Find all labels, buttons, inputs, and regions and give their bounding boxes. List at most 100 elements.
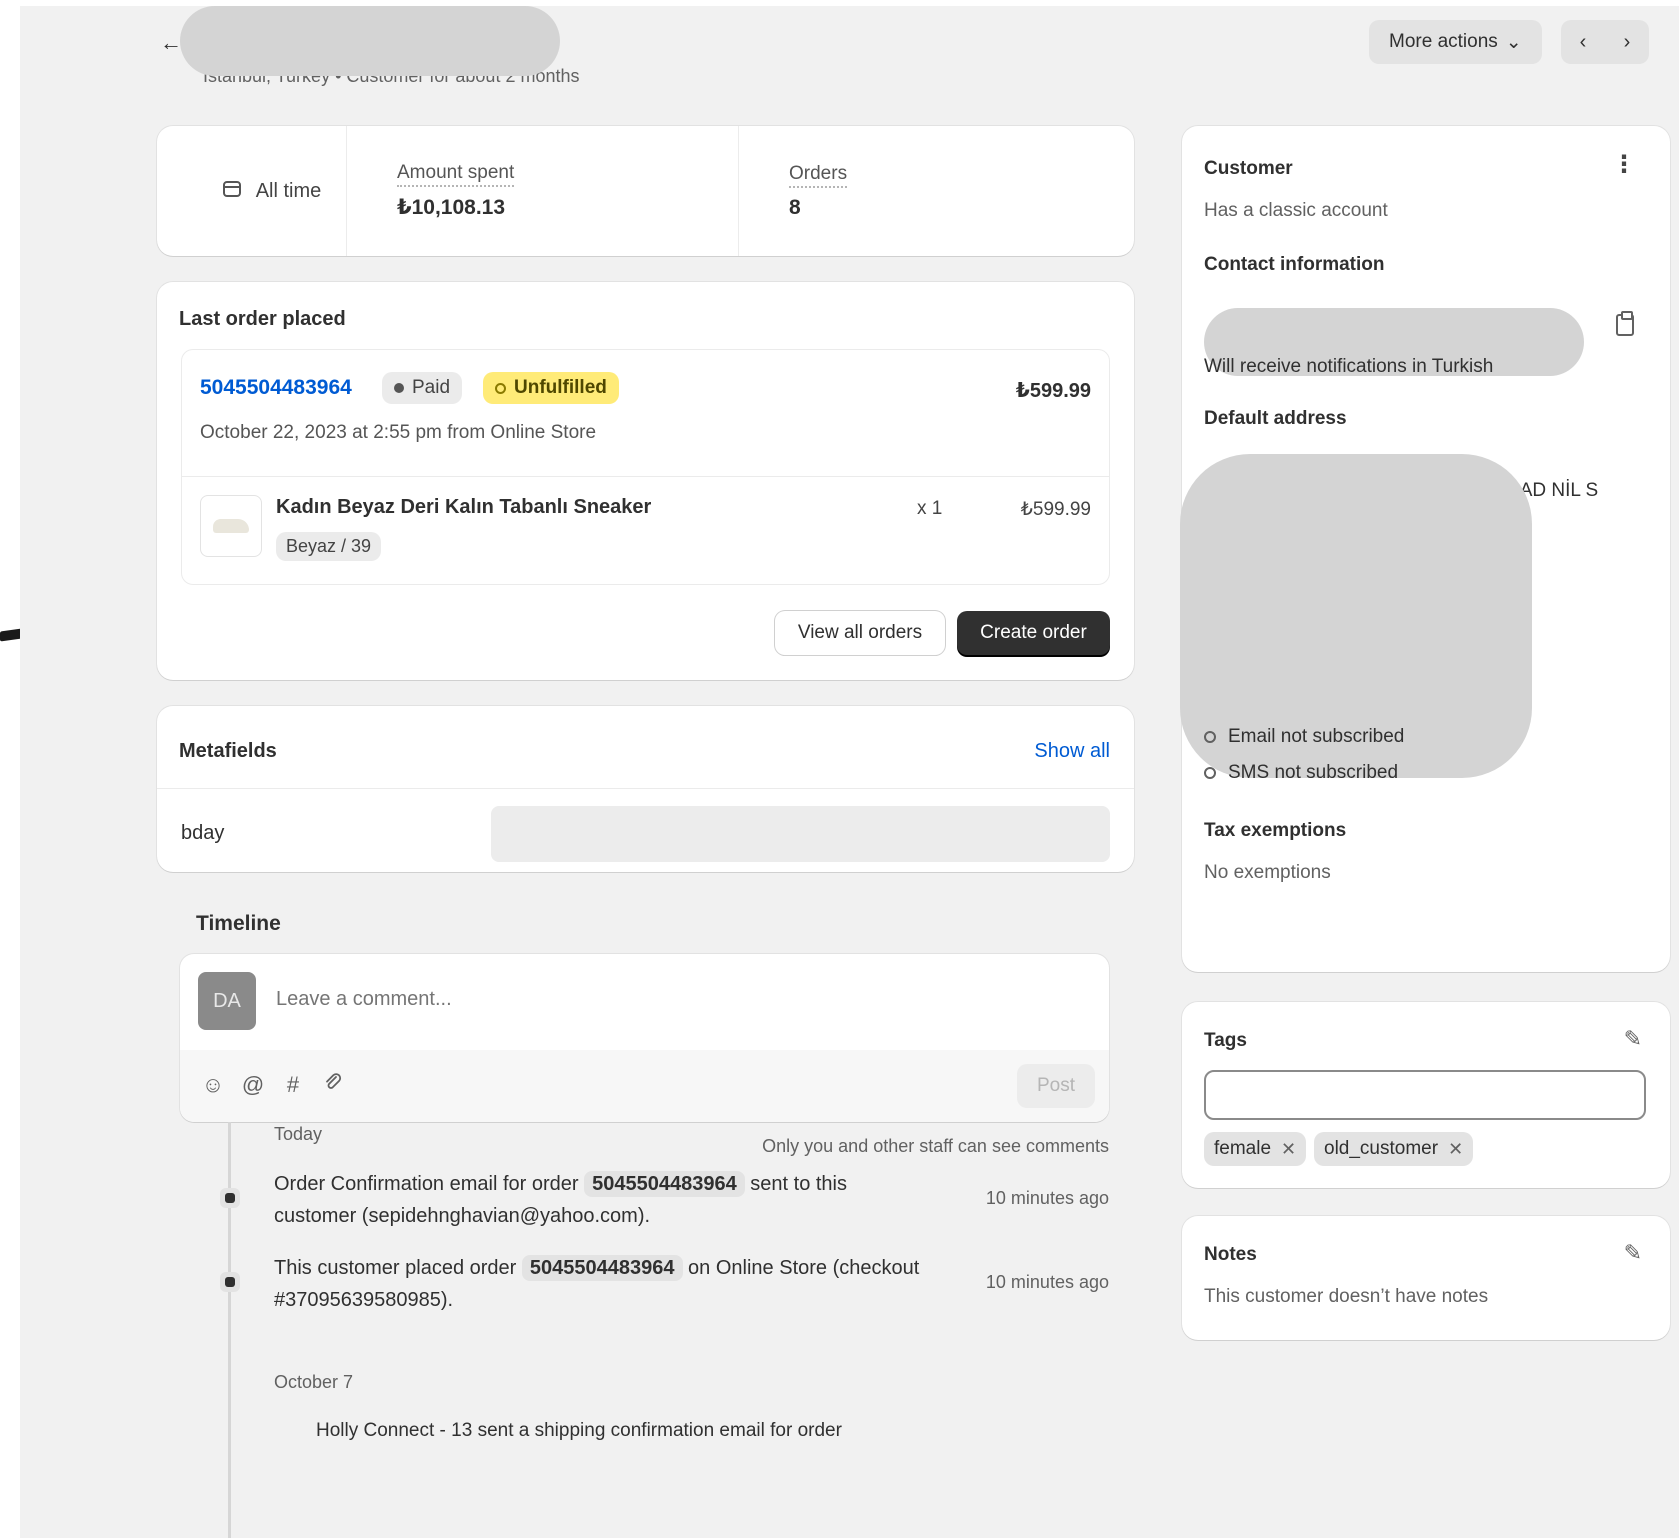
unfulfilled-badge-label: Unfulfilled bbox=[514, 377, 607, 398]
chevron-left-icon[interactable]: ‹ bbox=[1580, 31, 1587, 54]
notes-title: Notes bbox=[1204, 1244, 1257, 1265]
last-order-card: Last order placed 5045504483964 Paid Unf… bbox=[157, 282, 1134, 680]
tag-chip: old_customer ✕ bbox=[1314, 1132, 1474, 1166]
pencil-icon[interactable]: ✎ bbox=[1624, 1026, 1642, 1052]
timeline-event: This customer placed order 5045504483964… bbox=[274, 1252, 924, 1316]
calendar-icon bbox=[222, 178, 242, 204]
remove-tag-icon[interactable]: ✕ bbox=[1448, 1139, 1463, 1160]
divider bbox=[182, 476, 1109, 477]
status-ring-icon bbox=[1204, 767, 1216, 779]
comment-toolbar: ☺ @ # Post bbox=[180, 1050, 1109, 1122]
post-button[interactable]: Post bbox=[1017, 1064, 1095, 1108]
product-name: Kadın Beyaz Deri Kalın Tabanlı Sneaker bbox=[276, 496, 652, 518]
order-chip[interactable]: 5045504483964 bbox=[521, 1255, 683, 1281]
timeline-event-dot bbox=[220, 1188, 240, 1208]
notification-language: Will receive notifications in Turkish bbox=[1204, 356, 1494, 377]
status-ring-icon bbox=[1204, 731, 1216, 743]
notes-empty: This customer doesn’t have notes bbox=[1204, 1286, 1489, 1307]
emoji-icon[interactable]: ☺ bbox=[200, 1072, 226, 1098]
timeline-title: Timeline bbox=[196, 912, 281, 935]
bday-value-field[interactable] bbox=[491, 806, 1110, 862]
timeline-date-october-7: October 7 bbox=[274, 1372, 354, 1392]
product-quantity: x 1 bbox=[917, 498, 943, 519]
product-thumbnail bbox=[200, 495, 262, 557]
line-price: ₺599.99 bbox=[1020, 499, 1091, 520]
timeline-event: Order Confirmation email for order 50455… bbox=[274, 1168, 924, 1232]
tags-input[interactable] bbox=[1204, 1070, 1646, 1120]
more-actions-button[interactable]: More actions ⌄ bbox=[1369, 20, 1542, 64]
pagination-buttons: ‹ › bbox=[1561, 20, 1649, 64]
amount-spent-metric: Amount spent ₺10,108.13 bbox=[347, 126, 739, 256]
create-order-button[interactable]: Create order bbox=[957, 611, 1110, 655]
order-number-link[interactable]: 5045504483964 bbox=[200, 376, 352, 400]
sneaker-image bbox=[213, 519, 249, 533]
event-text: Order Confirmation email for order bbox=[274, 1173, 585, 1195]
view-all-orders-button[interactable]: View all orders bbox=[775, 611, 945, 655]
sms-subscription: SMS not subscribed bbox=[1204, 762, 1398, 784]
tag-chip: female ✕ bbox=[1204, 1132, 1307, 1166]
contact-title: Contact information bbox=[1204, 254, 1385, 275]
timeline-line bbox=[228, 1122, 231, 1538]
email-subscription: Email not subscribed bbox=[1204, 726, 1404, 748]
bday-label: bday bbox=[181, 822, 225, 844]
customer-title: Customer bbox=[1204, 158, 1293, 179]
email-status: Email not subscribed bbox=[1228, 726, 1405, 747]
orders-value: 8 bbox=[789, 195, 801, 219]
event-text: This customer placed order bbox=[274, 1257, 522, 1279]
hashtag-icon[interactable]: # bbox=[280, 1072, 306, 1098]
metafields-title: Metafields bbox=[179, 740, 277, 762]
chevron-right-icon[interactable]: › bbox=[1624, 31, 1631, 54]
order-summary-box: 5045504483964 Paid Unfulfilled ₺599.99 O… bbox=[181, 349, 1110, 585]
event-time: 10 minutes ago bbox=[985, 1188, 1109, 1208]
amount-spent-label[interactable]: Amount spent bbox=[397, 162, 515, 187]
pencil-icon[interactable]: ✎ bbox=[1624, 1240, 1642, 1266]
timeline-date-today: Today bbox=[274, 1124, 323, 1144]
event-time: 10 minutes ago bbox=[985, 1272, 1109, 1292]
orders-label[interactable]: Orders bbox=[789, 163, 848, 188]
default-address-title: Default address bbox=[1204, 408, 1347, 429]
timeline-event-partial: Holly Connect - 13 sent a shipping confi… bbox=[316, 1420, 842, 1441]
more-actions-label: More actions bbox=[1389, 31, 1498, 52]
amount-spent-value: ₺10,108.13 bbox=[397, 196, 506, 219]
last-order-title: Last order placed bbox=[179, 308, 346, 330]
order-total: ₺599.99 bbox=[1015, 380, 1091, 402]
comment-composer: DA ☺ @ # Post bbox=[180, 954, 1109, 1122]
paid-dot-icon bbox=[394, 383, 404, 393]
tax-exemptions-title: Tax exemptions bbox=[1204, 820, 1347, 841]
order-meta: October 22, 2023 at 2:55 pm from Online … bbox=[200, 422, 597, 443]
timeline-event-dot bbox=[220, 1272, 240, 1292]
metafields-card: Metafields Show all bday bbox=[157, 706, 1134, 872]
show-all-link[interactable]: Show all bbox=[1034, 740, 1110, 763]
avatar: DA bbox=[198, 972, 256, 1030]
clipboard-icon[interactable] bbox=[1616, 311, 1634, 336]
order-chip[interactable]: 5045504483964 bbox=[584, 1171, 745, 1197]
tag-label: female bbox=[1214, 1138, 1272, 1159]
customer-stats-card: All time Amount spent ₺10,108.13 Orders … bbox=[157, 126, 1134, 256]
paid-badge: Paid bbox=[382, 372, 463, 404]
sms-status: SMS not subscribed bbox=[1228, 762, 1399, 783]
comment-input[interactable] bbox=[276, 988, 976, 1011]
remove-tag-icon[interactable]: ✕ bbox=[1281, 1139, 1296, 1160]
tag-label: old_customer bbox=[1324, 1138, 1439, 1159]
notes-card: Notes ✎ This customer doesn’t have notes bbox=[1182, 1216, 1670, 1340]
attachment-icon[interactable] bbox=[320, 1072, 346, 1098]
unfulfilled-badge: Unfulfilled bbox=[483, 372, 619, 404]
tax-exemptions-value: No exemptions bbox=[1204, 862, 1331, 883]
customer-name-redacted bbox=[180, 6, 560, 76]
paid-badge-label: Paid bbox=[412, 377, 451, 398]
period-selector[interactable]: All time bbox=[157, 126, 347, 256]
edge-mark bbox=[0, 628, 22, 642]
mention-icon[interactable]: @ bbox=[240, 1072, 266, 1098]
kebab-menu-icon[interactable]: ⋮ bbox=[1612, 150, 1636, 179]
account-type: Has a classic account bbox=[1204, 200, 1388, 221]
divider bbox=[157, 788, 1134, 789]
tags-title: Tags bbox=[1204, 1030, 1247, 1051]
product-variant: Beyaz / 39 bbox=[276, 532, 382, 561]
customer-card: ⋮ Customer Has a classic account Contact… bbox=[1180, 126, 1670, 972]
customer-page: ← İstanbul, Turkey • Customer for about … bbox=[20, 6, 1679, 1538]
tags-card: Tags ✎ female ✕ old_customer ✕ bbox=[1182, 1002, 1670, 1188]
staff-only-note: Only you and other staff can see comment… bbox=[762, 1136, 1109, 1156]
unfulfilled-ring-icon bbox=[495, 382, 506, 394]
chevron-down-icon: ⌄ bbox=[1505, 31, 1522, 53]
period-label: All time bbox=[255, 179, 322, 202]
